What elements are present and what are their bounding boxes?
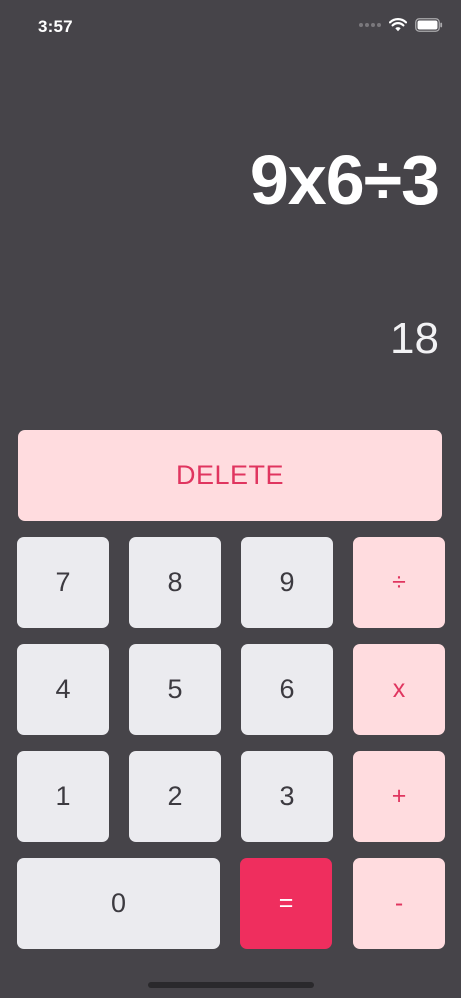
battery-icon (415, 18, 443, 32)
equals-button[interactable]: = (240, 858, 332, 949)
cellular-signal-icon (359, 23, 381, 27)
add-button[interactable]: + (353, 751, 445, 842)
divide-button[interactable]: ÷ (353, 537, 445, 628)
status-time: 3:57 (38, 17, 73, 36)
result-display: 18 (390, 314, 439, 363)
digit-0-button[interactable]: 0 (17, 858, 220, 949)
digit-4-button[interactable]: 4 (17, 644, 109, 735)
digit-8-button[interactable]: 8 (129, 537, 221, 628)
digit-3-button[interactable]: 3 (241, 751, 333, 842)
home-indicator[interactable] (148, 982, 314, 988)
digit-9-button[interactable]: 9 (241, 537, 333, 628)
wifi-icon (389, 18, 407, 32)
delete-button[interactable]: DELETE (18, 430, 442, 521)
digit-1-button[interactable]: 1 (17, 751, 109, 842)
digit-7-button[interactable]: 7 (17, 537, 109, 628)
expression-display: 9x6÷3 (249, 141, 440, 219)
digit-5-button[interactable]: 5 (129, 644, 221, 735)
status-icons (359, 18, 443, 32)
digit-2-button[interactable]: 2 (129, 751, 221, 842)
multiply-button[interactable]: x (353, 644, 445, 735)
status-bar: 3:57 (0, 0, 461, 56)
digit-6-button[interactable]: 6 (241, 644, 333, 735)
subtract-button[interactable]: - (353, 858, 445, 949)
